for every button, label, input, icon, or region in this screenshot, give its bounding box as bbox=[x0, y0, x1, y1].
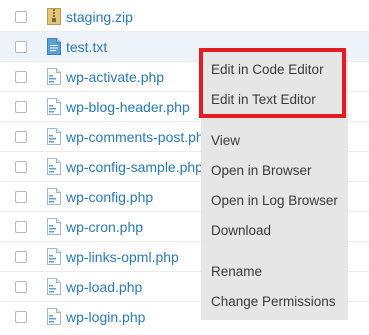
php-file-icon bbox=[47, 68, 61, 85]
file-name-link[interactable]: wp-links-opml.php bbox=[66, 248, 179, 266]
menu-item-rename[interactable]: Rename bbox=[211, 263, 262, 281]
php-file-icon bbox=[47, 278, 61, 295]
menu-item-download[interactable]: Download bbox=[211, 222, 271, 240]
menu-item-view[interactable]: View bbox=[211, 132, 240, 150]
highlight-annotation-box bbox=[199, 48, 346, 118]
row-checkbox[interactable] bbox=[15, 161, 27, 173]
file-name-link[interactable]: wp-load.php bbox=[66, 278, 142, 296]
file-name-link[interactable]: wp-config.php bbox=[66, 188, 153, 206]
file-name-link[interactable]: wp-config-sample.php bbox=[66, 158, 203, 176]
row-checkbox[interactable] bbox=[15, 71, 27, 83]
php-file-icon bbox=[47, 128, 61, 145]
php-file-icon bbox=[47, 308, 61, 325]
menu-item-open-in-log-browser[interactable]: Open in Log Browser bbox=[211, 192, 338, 210]
row-checkbox[interactable] bbox=[15, 311, 27, 323]
file-name-link[interactable]: staging.zip bbox=[66, 8, 133, 26]
menu-item-change-permissions[interactable]: Change Permissions bbox=[211, 293, 336, 311]
zip-file-icon bbox=[47, 8, 61, 25]
php-file-icon bbox=[47, 158, 61, 175]
php-file-icon bbox=[47, 218, 61, 235]
php-file-icon bbox=[47, 248, 61, 265]
row-checkbox[interactable] bbox=[15, 191, 27, 203]
row-checkbox[interactable] bbox=[15, 41, 27, 53]
row-checkbox[interactable] bbox=[15, 131, 27, 143]
php-file-icon bbox=[47, 188, 61, 205]
file-name-link[interactable]: test.txt bbox=[66, 38, 107, 56]
file-name-link[interactable]: wp-login.php bbox=[66, 308, 145, 326]
row-checkbox[interactable] bbox=[15, 11, 27, 23]
row-checkbox[interactable] bbox=[15, 281, 27, 293]
file-name-link[interactable]: wp-activate.php bbox=[66, 68, 164, 86]
menu-item-open-in-browser[interactable]: Open in Browser bbox=[211, 162, 312, 180]
file-row[interactable]: staging.zip bbox=[0, 2, 369, 32]
file-name-link[interactable]: wp-comments-post.php bbox=[66, 128, 212, 146]
row-checkbox[interactable] bbox=[15, 101, 27, 113]
php-file-icon bbox=[47, 98, 61, 115]
row-checkbox[interactable] bbox=[15, 251, 27, 263]
file-name-link[interactable]: wp-cron.php bbox=[66, 218, 143, 236]
text-file-icon bbox=[47, 38, 61, 55]
file-name-link[interactable]: wp-blog-header.php bbox=[66, 98, 190, 116]
row-checkbox[interactable] bbox=[15, 221, 27, 233]
